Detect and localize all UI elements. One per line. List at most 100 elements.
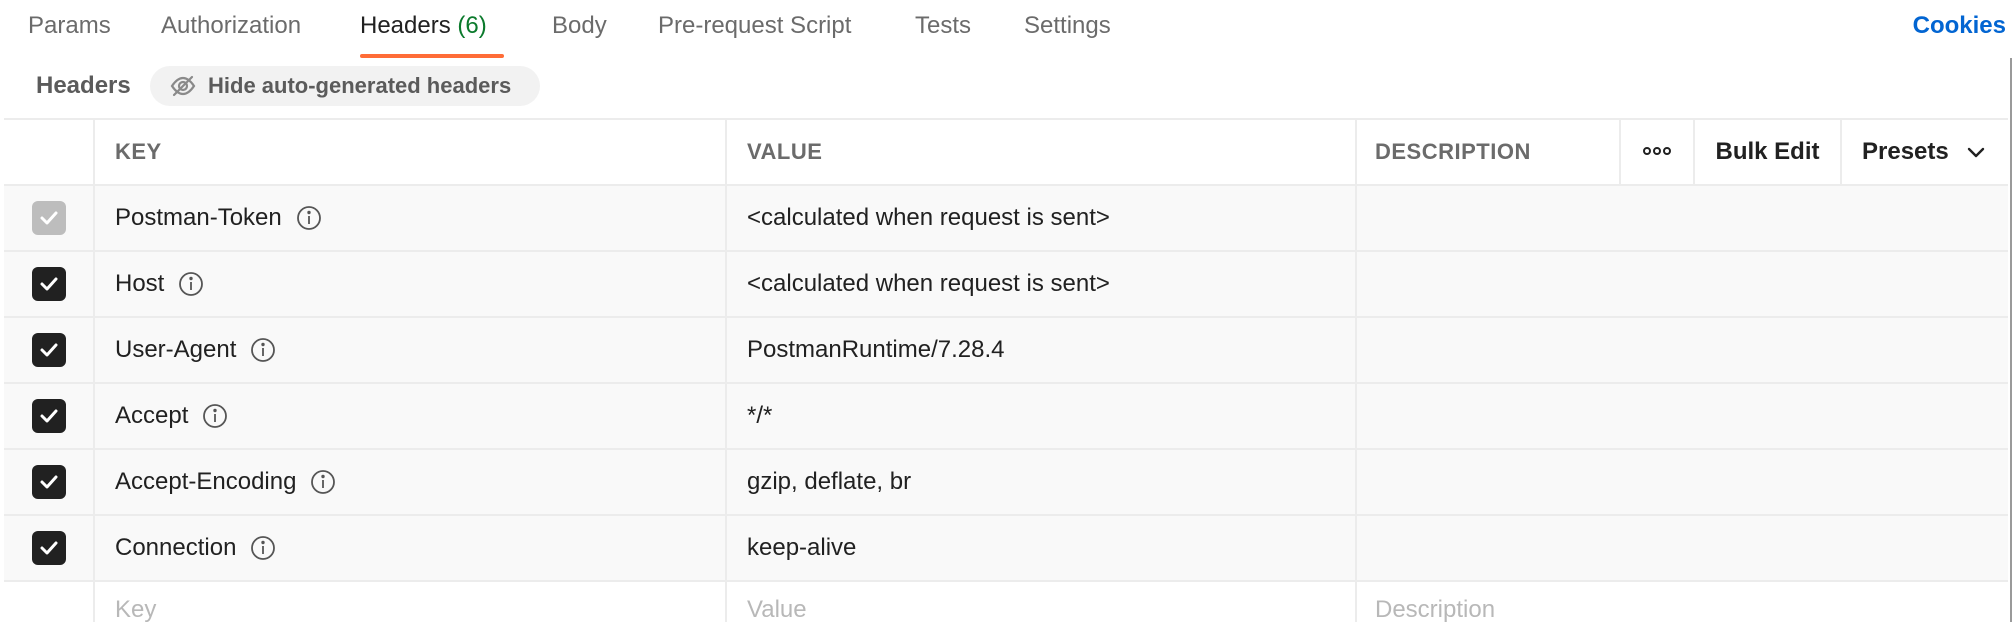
bulk-edit-label: Bulk Edit bbox=[1715, 138, 1820, 165]
header-check-cell bbox=[4, 120, 93, 184]
header-key: Accept bbox=[115, 402, 189, 429]
table-row: Host <calculated when request is sent> bbox=[4, 252, 2008, 318]
more-options-button[interactable] bbox=[1619, 120, 1693, 184]
new-value-placeholder: Value bbox=[747, 596, 807, 622]
tab-params[interactable]: Params bbox=[28, 12, 111, 40]
column-header-value: VALUE bbox=[725, 120, 1355, 184]
headers-table: KEY VALUE DESCRIPTION Bulk Edit Presets … bbox=[4, 118, 2008, 622]
row-checkbox-cell bbox=[4, 450, 93, 514]
eye-off-icon bbox=[170, 73, 196, 99]
row-checkbox[interactable] bbox=[31, 267, 66, 301]
description-cell bbox=[1355, 516, 2008, 580]
info-icon[interactable] bbox=[250, 535, 276, 561]
header-value: <calculated when request is sent> bbox=[747, 204, 1110, 231]
tab-tests[interactable]: Tests bbox=[915, 12, 971, 40]
column-header-description-label: DESCRIPTION bbox=[1375, 139, 1531, 164]
new-key-input[interactable]: Key bbox=[93, 582, 725, 622]
row-checkbox-cell bbox=[4, 186, 93, 250]
value-cell: */* bbox=[725, 384, 1355, 448]
column-header-description: DESCRIPTION bbox=[1355, 120, 1619, 184]
request-tabs: Params Authorization Headers (6) Body Pr… bbox=[0, 0, 2012, 58]
checkmark-icon bbox=[40, 409, 57, 423]
info-icon[interactable] bbox=[202, 403, 228, 429]
value-cell: gzip, deflate, br bbox=[725, 450, 1355, 514]
info-icon[interactable] bbox=[296, 205, 322, 231]
active-tab-indicator bbox=[360, 54, 504, 58]
row-checkbox[interactable] bbox=[31, 531, 66, 565]
hide-auto-generated-headers-label: Hide auto-generated headers bbox=[208, 73, 512, 98]
checkmark-icon bbox=[40, 541, 57, 555]
checkmark-icon bbox=[40, 277, 57, 291]
new-description-input[interactable]: Description bbox=[1355, 582, 2008, 622]
header-key: Postman-Token bbox=[115, 204, 282, 231]
checkmark-icon bbox=[40, 211, 57, 225]
value-cell: keep-alive bbox=[725, 516, 1355, 580]
headers-section-title: Headers bbox=[36, 72, 131, 99]
description-cell bbox=[1355, 318, 2008, 382]
key-cell: Postman-Token bbox=[93, 186, 725, 250]
presets-label: Presets bbox=[1862, 138, 1949, 165]
new-key-placeholder: Key bbox=[115, 596, 157, 622]
column-header-value-label: VALUE bbox=[747, 139, 823, 164]
value-cell: <calculated when request is sent> bbox=[725, 252, 1355, 316]
info-icon[interactable] bbox=[310, 469, 336, 495]
row-checkbox-cell bbox=[4, 516, 93, 580]
key-cell: Accept bbox=[93, 384, 725, 448]
table-row: Connection keep-alive bbox=[4, 516, 2008, 582]
table-row: User-Agent PostmanRuntime/7.28.4 bbox=[4, 318, 2008, 384]
presets-dropdown[interactable]: Presets bbox=[1840, 120, 2008, 184]
row-checkbox[interactable] bbox=[31, 333, 66, 367]
header-key: Connection bbox=[115, 534, 237, 561]
header-value: PostmanRuntime/7.28.4 bbox=[747, 336, 1005, 363]
key-cell: Connection bbox=[93, 516, 725, 580]
value-cell: PostmanRuntime/7.28.4 bbox=[725, 318, 1355, 382]
new-value-input[interactable]: Value bbox=[725, 582, 1355, 622]
description-cell bbox=[1355, 450, 2008, 514]
tab-body[interactable]: Body bbox=[552, 12, 607, 40]
more-horizontal-icon bbox=[1642, 143, 1672, 161]
table-row: Postman-Token <calculated when request i… bbox=[4, 186, 2008, 252]
header-value: */* bbox=[747, 402, 773, 429]
new-row-checkbox-cell bbox=[4, 582, 93, 622]
header-value: <calculated when request is sent> bbox=[747, 270, 1110, 297]
key-cell: Accept-Encoding bbox=[93, 450, 725, 514]
table-row: Accept-Encoding gzip, deflate, br bbox=[4, 450, 2008, 516]
description-cell bbox=[1355, 186, 2008, 250]
table-header-row: KEY VALUE DESCRIPTION Bulk Edit Presets bbox=[4, 120, 2008, 186]
hide-auto-generated-headers-button[interactable]: Hide auto-generated headers bbox=[150, 66, 540, 106]
value-cell: <calculated when request is sent> bbox=[725, 186, 1355, 250]
tab-authorization[interactable]: Authorization bbox=[161, 12, 301, 40]
description-cell bbox=[1355, 252, 2008, 316]
tab-headers[interactable]: Headers (6) bbox=[360, 12, 487, 40]
header-key: User-Agent bbox=[115, 336, 237, 363]
header-value: gzip, deflate, br bbox=[747, 468, 912, 495]
cookies-link[interactable]: Cookies bbox=[1913, 12, 2006, 40]
tab-settings[interactable]: Settings bbox=[1024, 12, 1111, 40]
tab-pre-request-script[interactable]: Pre-request Script bbox=[658, 12, 851, 40]
row-checkbox-cell bbox=[4, 252, 93, 316]
column-header-key-label: KEY bbox=[115, 139, 162, 164]
row-checkbox[interactable] bbox=[31, 399, 66, 433]
key-cell: Host bbox=[93, 252, 725, 316]
row-checkbox bbox=[31, 201, 66, 235]
tab-headers-label: Headers bbox=[360, 12, 451, 39]
tab-headers-count: (6) bbox=[457, 12, 487, 39]
bulk-edit-button[interactable]: Bulk Edit bbox=[1693, 120, 1840, 184]
new-header-row: Key Value Description bbox=[4, 582, 2008, 622]
row-checkbox[interactable] bbox=[31, 465, 66, 499]
new-description-placeholder: Description bbox=[1375, 596, 1496, 622]
key-cell: User-Agent bbox=[93, 318, 725, 382]
chevron-down-icon bbox=[1965, 141, 1987, 163]
header-key: Host bbox=[115, 270, 165, 297]
column-header-key: KEY bbox=[93, 120, 725, 184]
info-icon[interactable] bbox=[250, 337, 276, 363]
info-icon[interactable] bbox=[178, 271, 204, 297]
description-cell bbox=[1355, 384, 2008, 448]
header-value: keep-alive bbox=[747, 534, 857, 561]
checkmark-icon bbox=[40, 343, 57, 357]
table-row: Accept */* bbox=[4, 384, 2008, 450]
row-checkbox-cell bbox=[4, 318, 93, 382]
checkmark-icon bbox=[40, 475, 57, 489]
header-key: Accept-Encoding bbox=[115, 468, 297, 495]
row-checkbox-cell bbox=[4, 384, 93, 448]
